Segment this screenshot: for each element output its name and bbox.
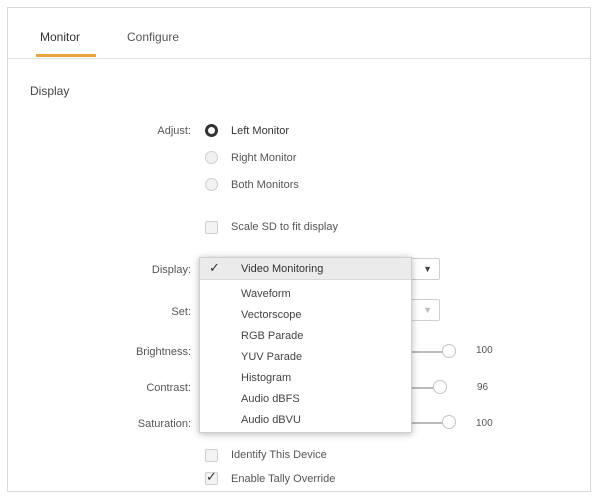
saturation-slider-thumb[interactable] <box>442 415 456 429</box>
tab-configure[interactable]: Configure <box>127 30 179 44</box>
radio-left-monitor[interactable] <box>205 124 218 137</box>
tally-override-label: Enable Tally Override <box>231 473 336 485</box>
brightness-label: Brightness: <box>135 346 191 358</box>
display-label: Display: <box>151 264 191 276</box>
set-label: Set: <box>171 306 191 318</box>
contrast-value: 96 <box>477 382 489 393</box>
tab-monitor[interactable]: Monitor <box>40 30 80 44</box>
contrast-slider-thumb[interactable] <box>433 380 447 394</box>
tab-bar: Monitor Configure <box>8 8 590 59</box>
identify-device-label: Identify This Device <box>231 449 327 461</box>
dropdown-item-waveform[interactable]: Waveform <box>241 288 291 300</box>
radio-both-monitors-label: Both Monitors <box>231 179 299 191</box>
radio-both-monitors[interactable] <box>205 178 218 191</box>
scale-sd-label: Scale SD to fit display <box>231 221 338 233</box>
dropdown-selected-item[interactable]: ✓ Video Monitoring <box>200 258 411 280</box>
dropdown-item-histogram[interactable]: Histogram <box>241 372 291 384</box>
dropdown-selected-label: Video Monitoring <box>241 263 324 275</box>
dropdown-item-yuv-parade[interactable]: YUV Parade <box>241 351 302 363</box>
dropdown-item-audio-dbvu[interactable]: Audio dBVU <box>241 414 301 426</box>
adjust-label: Adjust: <box>157 125 191 137</box>
active-tab-indicator <box>36 54 96 57</box>
dropdown-item-rgb-parade[interactable]: RGB Parade <box>241 330 303 342</box>
dropdown-item-audio-dbfs[interactable]: Audio dBFS <box>241 393 300 405</box>
chevron-down-icon: ▼ <box>423 305 432 315</box>
radio-right-monitor[interactable] <box>205 151 218 164</box>
radio-right-monitor-label: Right Monitor <box>231 152 297 164</box>
display-dropdown-menu: ✓ Video Monitoring Waveform Vectorscope … <box>199 257 412 433</box>
scale-sd-checkbox[interactable] <box>205 221 218 234</box>
brightness-slider-thumb[interactable] <box>442 344 456 358</box>
chevron-down-icon: ▼ <box>423 264 432 274</box>
section-title-display: Display <box>30 84 70 98</box>
identify-device-checkbox[interactable] <box>205 449 218 462</box>
check-icon: ✓ <box>209 260 220 275</box>
saturation-label: Saturation: <box>137 418 191 430</box>
contrast-label: Contrast: <box>146 382 191 394</box>
saturation-value: 100 <box>476 418 493 429</box>
brightness-value: 100 <box>476 345 493 356</box>
dropdown-item-vectorscope[interactable]: Vectorscope <box>241 309 302 321</box>
check-icon: ✓ <box>206 469 217 484</box>
radio-left-monitor-label: Left Monitor <box>231 125 290 137</box>
